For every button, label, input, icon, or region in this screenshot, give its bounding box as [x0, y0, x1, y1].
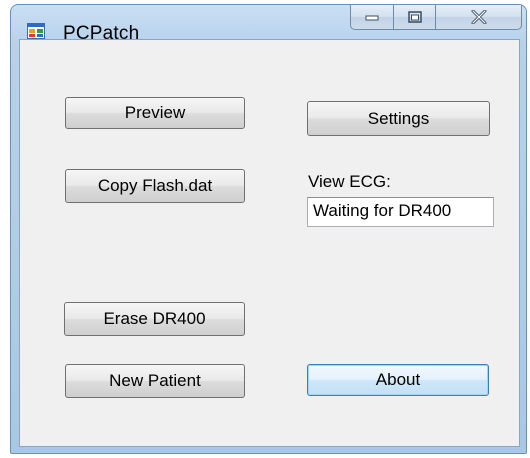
about-button[interactable]: About: [307, 364, 489, 396]
preview-button[interactable]: Preview: [65, 97, 245, 129]
settings-button[interactable]: Settings: [307, 101, 490, 136]
view-ecg-field[interactable]: Waiting for DR400: [307, 197, 494, 227]
application-icon[interactable]: [27, 23, 45, 39]
minimize-icon: [365, 15, 379, 21]
maximize-icon: [407, 11, 422, 23]
caption-buttons: [350, 5, 522, 31]
new-patient-button[interactable]: New Patient: [65, 364, 245, 398]
copy-flash-button[interactable]: Copy Flash.dat: [65, 169, 245, 203]
close-icon: [471, 10, 486, 24]
close-button[interactable]: [436, 5, 522, 30]
app-window: PCPatch Preview Settings Copy Flash.dat …: [10, 4, 527, 454]
client-area: Preview Settings Copy Flash.dat View ECG…: [19, 39, 520, 447]
minimize-button[interactable]: [350, 5, 394, 30]
view-ecg-label: View ECG:: [308, 172, 391, 191]
erase-dr400-button[interactable]: Erase DR400: [64, 302, 245, 336]
maximize-button[interactable]: [394, 5, 436, 30]
